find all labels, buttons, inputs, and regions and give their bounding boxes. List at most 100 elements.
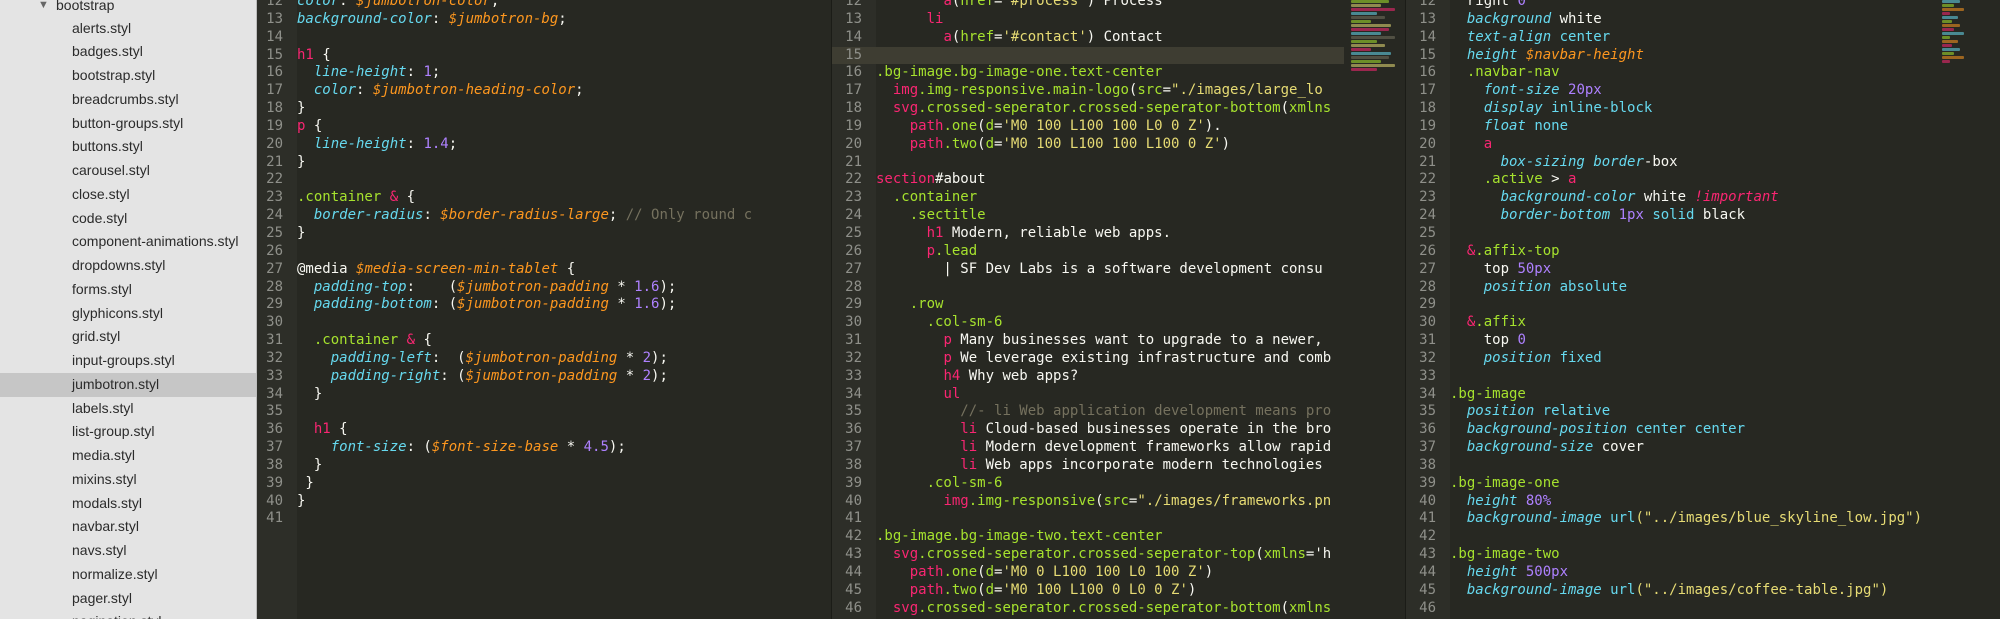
code-text[interactable]: position relative <box>1450 403 1610 419</box>
code-line[interactable]: 17 font-size 20px <box>1406 82 1936 100</box>
sidebar-file[interactable]: navs.styl <box>0 539 256 563</box>
code-text[interactable]: .bg-image.bg-image-two.text-center <box>876 528 1163 544</box>
code-line[interactable]: 17 img.img-responsive.main-logo(src="./i… <box>832 82 1344 100</box>
code-text[interactable]: } <box>297 493 305 509</box>
code-line[interactable]: 23 .container & { <box>257 189 831 207</box>
code-line[interactable]: 41 <box>257 510 831 528</box>
code-text[interactable]: background-position center center <box>1450 421 1745 437</box>
code-line[interactable]: 14 a(href='#contact') Contact <box>832 29 1344 47</box>
code-line[interactable]: 29 .row <box>832 296 1344 314</box>
code-line[interactable]: 22 <box>257 171 831 189</box>
sidebar-file[interactable]: forms.styl <box>0 278 256 302</box>
code-text[interactable]: .container & { <box>297 189 415 205</box>
sidebar-file[interactable]: input-groups.styl <box>0 349 256 373</box>
sidebar-file[interactable]: buttons.styl <box>0 135 256 159</box>
code-line[interactable]: 39 .col-sm-6 <box>832 475 1344 493</box>
sidebar-file[interactable]: normalize.styl <box>0 563 256 587</box>
code-line[interactable]: 13 li <box>832 11 1344 29</box>
sidebar-file[interactable]: modals.styl <box>0 492 256 516</box>
code-text[interactable]: font-size 20px <box>1450 82 1602 98</box>
sidebar-file[interactable]: labels.styl <box>0 397 256 421</box>
editor-pane-jumbotron[interactable]: 12 color: $jumbotron-color; 13 background-c… <box>257 0 831 619</box>
code-text[interactable]: .sectitle <box>876 207 986 223</box>
code-line[interactable]: 20 a <box>1406 136 1936 154</box>
code-line[interactable]: 25 h1 Modern, reliable web apps. <box>832 225 1344 243</box>
code-line[interactable]: 19 float none <box>1406 118 1936 136</box>
code-text[interactable]: svg.crossed-seperator.crossed-seperator-… <box>876 100 1331 116</box>
code-text[interactable]: height 80% <box>1450 493 1551 509</box>
code-line[interactable]: 40 height 80% <box>1406 493 1936 511</box>
code-line[interactable]: 36 background-position center center <box>1406 421 1936 439</box>
code-text[interactable]: svg.crossed-seperator.crossed-seperator-… <box>876 600 1331 616</box>
code-text[interactable]: } <box>297 154 305 170</box>
code-line[interactable]: 44 path.one(d='M0 0 L100 100 L0 100 Z') <box>832 564 1344 582</box>
code-text[interactable]: } <box>297 475 313 491</box>
code-line[interactable]: 20 line-height: 1.4; <box>257 136 831 154</box>
code-text[interactable]: a(href='#contact') Contact <box>876 29 1162 45</box>
code-text[interactable]: .col-sm-6 <box>876 314 1003 330</box>
code-line[interactable]: 16 .navbar-nav <box>1406 64 1936 82</box>
code-line[interactable]: 44 height 500px <box>1406 564 1936 582</box>
sidebar-file[interactable]: bootstrap.styl <box>0 64 256 88</box>
code-text[interactable]: ul <box>876 386 960 402</box>
code-text[interactable]: li Web apps incorporate modern technolog… <box>876 457 1331 473</box>
code-line[interactable]: 27 | SF Dev Labs is a software developme… <box>832 261 1344 279</box>
code-text[interactable]: display inline-block <box>1450 100 1653 116</box>
code-line[interactable]: 41 <box>832 510 1344 528</box>
code-line[interactable]: 27 top 50px <box>1406 261 1936 279</box>
code-line[interactable]: 14 text-align center <box>1406 29 1936 47</box>
code-line[interactable]: 16 .bg-image.bg-image-one.text-center <box>832 64 1344 82</box>
code-text[interactable]: position fixed <box>1450 350 1602 366</box>
sidebar-file[interactable]: carousel.styl <box>0 159 256 183</box>
code-text[interactable]: h4 Why web apps? <box>876 368 1078 384</box>
code-text[interactable]: top 50px <box>1450 261 1551 277</box>
code-text[interactable]: padding-right: ($jumbotron-padding * 2); <box>297 368 668 384</box>
code-text[interactable]: .bg-image-one <box>1450 475 1560 491</box>
folder-bootstrap[interactable]: ▼ bootstrap <box>0 0 256 16</box>
sidebar-file[interactable]: jumbotron.styl <box>0 372 256 397</box>
code-line[interactable]: 35 //- li Web application development me… <box>832 403 1344 421</box>
code-text[interactable]: &.affix-top <box>1450 243 1560 259</box>
code-text[interactable]: position absolute <box>1450 279 1627 295</box>
code-text[interactable]: .active > a <box>1450 171 1577 187</box>
code-text[interactable]: path.two(d='M0 100 L100 0 L0 0 Z') <box>876 582 1197 598</box>
code-text[interactable]: h1 Modern, reliable web apps. <box>876 225 1171 241</box>
code-line[interactable]: 30 .col-sm-6 <box>832 314 1344 332</box>
code-line[interactable]: 38 } <box>257 457 831 475</box>
chevron-down-icon[interactable]: ▼ <box>38 0 49 16</box>
code-line[interactable]: 34 } <box>257 386 831 404</box>
code-line[interactable]: 24 border-radius: $border-radius-large; … <box>257 207 831 225</box>
code-text[interactable]: .bg-image-two <box>1450 546 1560 562</box>
code-line[interactable]: 31 .container & { <box>257 332 831 350</box>
code-line[interactable]: 33 h4 Why web apps? <box>832 368 1344 386</box>
code-text[interactable]: line-height: 1.4; <box>297 136 457 152</box>
code-line[interactable]: 14 <box>257 29 831 47</box>
code-line[interactable]: 27 @media $media-screen-min-tablet { <box>257 261 831 279</box>
code-text[interactable]: } <box>297 100 305 116</box>
code-line[interactable]: 18} <box>257 100 831 118</box>
code-line[interactable]: 46 svg.crossed-seperator.crossed-seperat… <box>832 600 1344 618</box>
code-text[interactable]: height 500px <box>1450 564 1568 580</box>
code-line[interactable]: 19 p { <box>257 118 831 136</box>
code-line[interactable]: 35 position relative <box>1406 403 1936 421</box>
code-line[interactable]: 45 path.two(d='M0 100 L100 0 L0 0 Z') <box>832 582 1344 600</box>
code-line[interactable]: 34 .bg-image <box>1406 386 1936 404</box>
code-text[interactable]: background white <box>1450 11 1602 27</box>
code-line[interactable]: 19 path.one(d='M0 100 L100 100 L0 0 Z'). <box>832 118 1344 136</box>
code-line[interactable]: 21 <box>832 154 1344 172</box>
code-text[interactable]: path.one(d='M0 100 L100 100 L0 0 Z'). <box>876 118 1222 134</box>
code-line[interactable]: 24 .sectitle <box>832 207 1344 225</box>
code-line[interactable]: 46 <box>1406 600 1936 618</box>
code-text[interactable]: img.img-responsive(src="./images/framewo… <box>876 493 1331 509</box>
code-text[interactable]: .bg-image.bg-image-one.text-center <box>876 64 1163 80</box>
code-text[interactable]: padding-bottom: ($jumbotron-padding * 1.… <box>297 296 676 312</box>
code-line[interactable]: 24 border-bottom 1px solid black <box>1406 207 1936 225</box>
code-line[interactable]: 40 img.img-responsive(src="./images/fram… <box>832 493 1344 511</box>
code-line[interactable]: 21 box-sizing border-box <box>1406 154 1936 172</box>
code-text[interactable]: .container <box>876 189 977 205</box>
code-line[interactable]: 30 <box>257 314 831 332</box>
code-line[interactable]: 21} <box>257 154 831 172</box>
editor-pane-main-styl[interactable]: 12 right 0 13 background white 14 text-ali… <box>1406 0 1936 619</box>
code-line[interactable]: 15 h1 { <box>257 47 831 65</box>
code-line[interactable]: 37 background-size cover <box>1406 439 1936 457</box>
